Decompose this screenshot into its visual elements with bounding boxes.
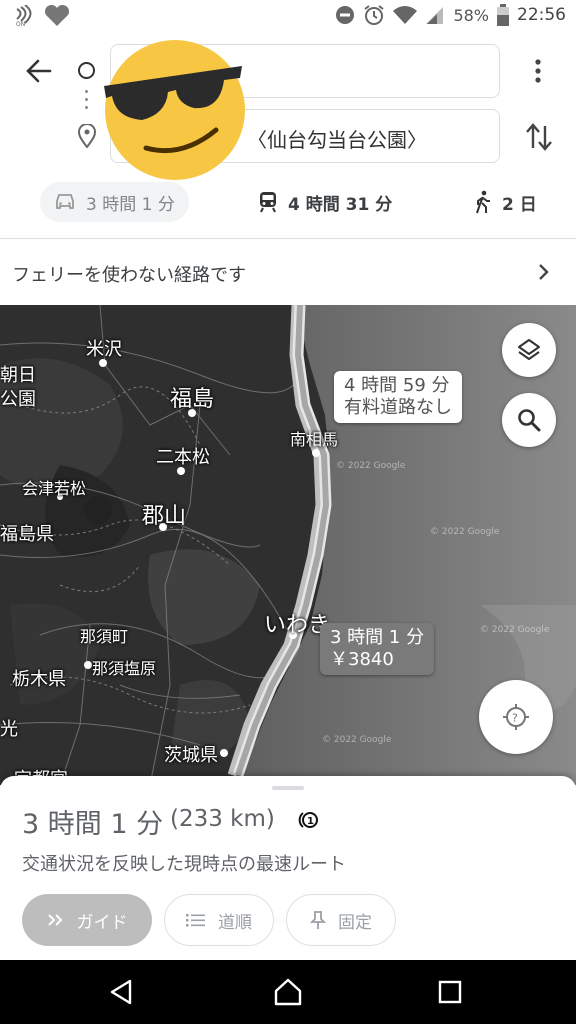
do-not-disturb-icon	[336, 6, 355, 24]
battery-icon	[497, 4, 509, 26]
map-search-button[interactable]	[502, 393, 556, 447]
place-label: 光	[0, 719, 18, 740]
mode-car[interactable]: 3 時間 1 分	[40, 182, 189, 222]
location-target-icon: ?	[503, 704, 529, 730]
place-label: 朝日	[0, 365, 36, 386]
pin-button[interactable]: 固定	[286, 894, 396, 946]
sheet-drag-handle[interactable]	[272, 786, 304, 790]
route-dots-icon	[85, 90, 88, 114]
pin-label: 固定	[338, 912, 372, 933]
status-bar: ON 58% 22:56	[0, 0, 576, 34]
main-route-toll: ￥3840	[330, 649, 394, 670]
mode-car-time: 3 時間 1 分	[86, 194, 175, 215]
main-route-callout[interactable]: 3 時間 1 分 ￥3840	[320, 623, 435, 675]
map-copyright: © 2022 Google	[430, 527, 500, 537]
place-label: 福島県	[0, 524, 54, 545]
nav-recents-icon[interactable]	[434, 976, 466, 1008]
toll-icon: 1	[298, 812, 318, 828]
signal-icon	[426, 7, 444, 24]
chevron-right-icon	[539, 264, 549, 280]
no-ferry-notice[interactable]: フェリーを使わない経路です	[0, 239, 576, 305]
travel-modes: 3 時間 1 分 4 時間 31 分 2 日	[0, 178, 576, 228]
guide-label: ガイド	[76, 912, 128, 933]
navigation-chevrons-icon	[47, 914, 62, 926]
place-label: 茨城県	[164, 745, 218, 766]
route-details-sheet[interactable]: 3 時間 1 分 (233 km) 1 交通状況を反映した現時点の最速ルート ガ…	[0, 776, 576, 960]
route-description: 交通状況を反映した現時点の最速ルート	[22, 854, 346, 875]
directions-panel: 〈仙台勾当台公園〉 3 時間 1 分 4 時間 31 分 2 日	[0, 34, 576, 239]
mode-walk[interactable]: 2 日	[460, 182, 551, 222]
mode-transit-time: 4 時間 31 分	[288, 194, 393, 215]
alt-route-note: 有料道路なし	[344, 397, 452, 418]
battery-percent: 58%	[453, 5, 489, 25]
steps-button[interactable]: 道順	[164, 894, 274, 946]
more-vert-icon[interactable]	[528, 56, 548, 86]
mode-walk-time: 2 日	[502, 194, 537, 215]
wifi-icon	[393, 6, 418, 24]
main-route-time: 3 時間 1 分	[330, 627, 425, 648]
pin-icon	[310, 911, 326, 929]
map-copyright: © 2022 Google	[480, 625, 550, 635]
car-icon	[56, 194, 74, 209]
search-icon	[518, 409, 541, 432]
alarm-icon	[364, 5, 385, 25]
place-label: 福島	[170, 387, 215, 412]
route-distance: (233 km)	[170, 806, 275, 832]
my-location-button[interactable]: ?	[479, 680, 553, 754]
back-arrow-icon[interactable]	[22, 54, 56, 88]
svg-text:ON: ON	[16, 21, 25, 27]
sunglasses-face-icon	[104, 40, 245, 180]
nav-home-icon[interactable]	[272, 976, 304, 1008]
start-guide-button[interactable]: ガイド	[22, 894, 152, 946]
list-icon	[186, 914, 205, 927]
svg-text:1: 1	[307, 816, 314, 827]
nav-back-icon[interactable]	[106, 976, 138, 1008]
map-copyright: © 2022 Google	[336, 461, 406, 471]
place-label: 二本松	[156, 447, 210, 468]
place-label: 南相馬	[290, 430, 339, 449]
origin-circle-icon	[78, 62, 95, 79]
map-view[interactable]: 米沢 朝日 公園 福島 二本松 南相馬 会津若松 郡山 福島県 いわき 那須町 …	[0, 305, 576, 785]
place-label: 米沢	[86, 339, 122, 360]
notice-text: フェリーを使わない経路です	[12, 265, 246, 286]
mode-transit[interactable]: 4 時間 31 分	[244, 182, 406, 222]
layers-button[interactable]	[502, 323, 556, 377]
system-nav-bar	[0, 960, 576, 1024]
heart-icon	[44, 5, 70, 26]
alt-route-time: 4 時間 59 分	[344, 375, 450, 396]
place-label: 那須塩原	[92, 659, 157, 678]
train-icon	[260, 192, 276, 213]
swap-vert-icon[interactable]	[522, 120, 556, 154]
map-copyright: © 2022 Google	[322, 735, 392, 745]
destination-pin-icon	[77, 124, 97, 148]
nfc-icon: ON	[16, 5, 32, 27]
place-label: 栃木県	[12, 669, 66, 690]
alt-route-callout[interactable]: 4 時間 59 分 有料道路なし	[334, 371, 462, 423]
route-duration: 3 時間 1 分	[22, 809, 164, 840]
walk-icon	[476, 190, 490, 214]
steps-label: 道順	[218, 912, 252, 933]
clock: 22:56	[517, 5, 566, 25]
layers-icon	[518, 339, 540, 360]
place-label: 公園	[0, 389, 36, 410]
svg-text:?: ?	[512, 712, 518, 725]
place-label: 会津若松	[22, 479, 87, 498]
place-label: 郡山	[142, 504, 187, 529]
place-label: 那須町	[80, 627, 129, 646]
